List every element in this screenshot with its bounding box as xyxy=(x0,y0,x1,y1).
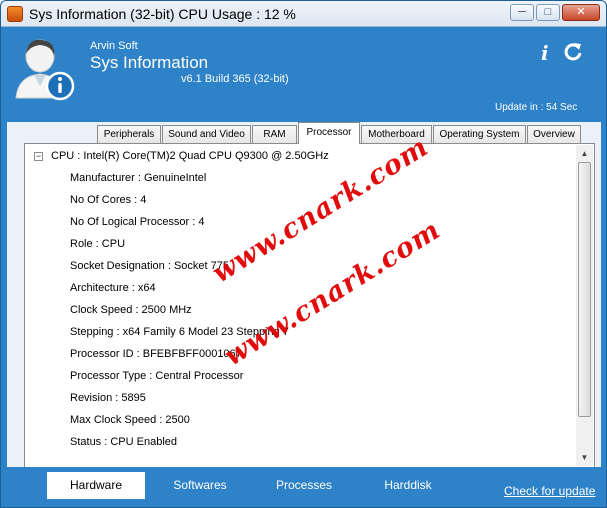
check-for-update-link[interactable]: Check for update xyxy=(504,484,595,498)
tab-softwares[interactable]: Softwares xyxy=(151,472,249,499)
app-header: Arvin Soft Sys Information v6.1 Build 36… xyxy=(1,27,606,122)
maximize-button[interactable]: □ xyxy=(536,4,560,21)
tab-operating-system[interactable]: Operating System xyxy=(433,125,526,144)
tree-item-status: Status : CPU Enabled xyxy=(70,436,178,448)
app-name: Sys Information xyxy=(90,53,209,72)
tree-item-max-clock-speed: Max Clock Speed : 2500 xyxy=(70,414,190,426)
tree-item-cores: No Of Cores : 4 xyxy=(70,194,147,206)
tab-hardware[interactable]: Hardware xyxy=(47,472,145,499)
cpu-name: CPU : Intel(R) Core(TM)2 Quad CPU Q9300 … xyxy=(51,150,329,162)
scroll-down-icon[interactable]: ▼ xyxy=(576,449,593,466)
tree-item-socket: Socket Designation : Socket 775 xyxy=(70,260,229,272)
tree-item-revision: Revision : 5895 xyxy=(70,392,146,404)
tab-processor[interactable]: Processor xyxy=(298,122,360,144)
tab-ram[interactable]: RAM xyxy=(252,125,297,144)
maximize-icon: □ xyxy=(544,6,552,18)
tree-item-logical-processor: No Of Logical Processor : 4 xyxy=(70,216,205,228)
tree-root[interactable]: − CPU : Intel(R) Core(TM)2 Quad CPU Q930… xyxy=(34,150,329,162)
tree-item-clock-speed: Clock Speed : 2500 MHz xyxy=(70,304,192,316)
tree-item-processor-id: Processor ID : BFEBFBFF0001067 xyxy=(70,348,242,360)
tab-overview[interactable]: Overview xyxy=(527,125,581,144)
category-tabs: Peripherals Sound and Video RAM Processo… xyxy=(7,122,601,144)
info-icon[interactable]: i xyxy=(541,41,549,65)
app-icon xyxy=(7,6,23,22)
tab-harddisk[interactable]: Harddisk xyxy=(359,472,457,499)
vertical-scrollbar[interactable]: ▲ ▼ xyxy=(576,145,593,466)
app-window: Sys Information (32-bit) CPU Usage : 12 … xyxy=(0,0,607,508)
collapse-icon[interactable]: − xyxy=(34,151,43,161)
brand-name: Arvin Soft xyxy=(90,40,138,52)
title-bar[interactable]: Sys Information (32-bit) CPU Usage : 12 … xyxy=(1,1,606,27)
close-button[interactable]: ✕ xyxy=(562,4,600,21)
tree-item-processor-type: Processor Type : Central Processor xyxy=(70,370,244,382)
window-controls: ─ □ ✕ xyxy=(510,4,600,21)
close-icon: ✕ xyxy=(576,6,586,18)
update-countdown: Update in : 54 Sec xyxy=(495,102,578,113)
tab-sound-and-video[interactable]: Sound and Video xyxy=(162,125,251,144)
refresh-icon[interactable] xyxy=(563,41,583,61)
user-info-icon xyxy=(15,39,75,101)
window-title: Sys Information (32-bit) CPU Usage : 12 … xyxy=(29,6,296,22)
tree-item-role: Role : CPU xyxy=(70,238,126,250)
minimize-icon: ─ xyxy=(518,6,526,18)
tree-item-manufacturer: Manufacturer : GenuineIntel xyxy=(70,172,207,184)
minimize-button[interactable]: ─ xyxy=(510,4,534,21)
scroll-thumb[interactable] xyxy=(578,162,591,417)
version-label: v6.1 Build 365 (32-bit) xyxy=(181,73,289,85)
tab-peripherals[interactable]: Peripherals xyxy=(97,125,161,144)
tab-processes[interactable]: Processes xyxy=(255,472,353,499)
scroll-up-icon[interactable]: ▲ xyxy=(576,145,593,162)
tree-item-architecture: Architecture : x64 xyxy=(70,282,156,294)
bottom-nav: Hardware Softwares Processes Harddisk Ch… xyxy=(1,467,606,507)
